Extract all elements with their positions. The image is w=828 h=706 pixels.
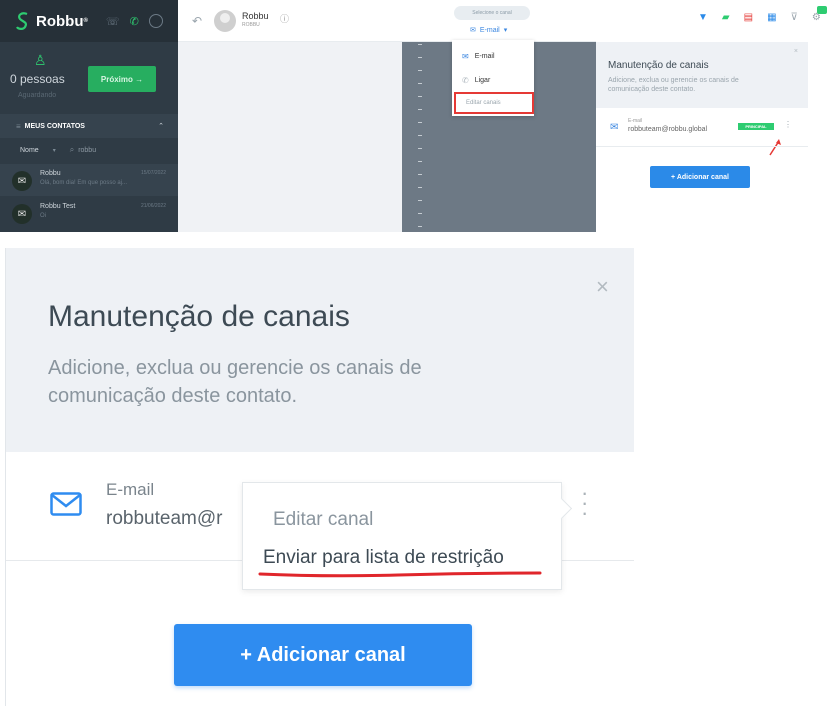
queue-count: 0 pessoas: [10, 72, 65, 86]
list-icon: ≡: [16, 121, 21, 131]
envelope-icon: ✉: [610, 122, 619, 133]
brand-name: Robbu: [36, 12, 84, 30]
app-screenshot: Robbu ® ☏ ✆ ♙ 0 pessoas Aguardando Próxim…: [0, 0, 828, 232]
channel-label: E-mail: [628, 118, 643, 124]
funnel-icon[interactable]: ⊽: [791, 12, 798, 23]
contact-item[interactable]: ✉ Robbu Olá, bom dia! Em que posso aj...…: [0, 164, 178, 196]
back-arrow-icon[interactable]: ↶: [192, 14, 202, 28]
grid-icon[interactable]: ▦: [767, 12, 776, 23]
kebab-menu-icon[interactable]: · · ·: [581, 482, 588, 524]
phone-icon: ✆: [462, 76, 469, 85]
send-to-restriction-list-option[interactable]: Enviar para lista de restrição: [263, 547, 504, 569]
search-input[interactable]: robbu: [78, 147, 96, 154]
kebab-menu-icon[interactable]: ⋮: [784, 120, 792, 129]
queue-box: ♙ 0 pessoas Aguardando Próximo →: [0, 42, 178, 114]
current-channel: E-mail: [479, 26, 500, 34]
close-icon[interactable]: ×: [794, 48, 798, 55]
contact-last-message: Oi: [40, 213, 46, 219]
red-underline-annotation: [258, 571, 542, 578]
brand-logo[interactable]: Robbu ®: [14, 11, 88, 31]
info-icon[interactable]: ⓘ: [280, 12, 289, 25]
close-icon[interactable]: ×: [596, 274, 609, 300]
user-status-icon[interactable]: [148, 14, 163, 28]
edit-channel-option[interactable]: Editar canal: [273, 509, 373, 531]
channel-value: robbuteam@r: [106, 508, 223, 529]
contact-header-name: Robbu: [242, 11, 269, 21]
panel-title: Manutenção de canais: [608, 60, 709, 71]
channel-option-email[interactable]: ✉ E-mail: [462, 52, 495, 61]
phone-outline-icon[interactable]: ☏: [106, 15, 120, 28]
channel-value: robbuteam@robbu.global: [628, 126, 708, 133]
envelope-icon: ✉: [470, 27, 476, 34]
contact-item[interactable]: ✉ Robbu Test Oi 21/06/2022: [0, 197, 178, 229]
settings-icon[interactable]: ⚙: [812, 6, 827, 23]
channel-maintenance-panel: × Manutenção de canais Adicione, exclua …: [596, 42, 808, 232]
calendar-icon[interactable]: ▤: [744, 12, 753, 23]
folder-icon[interactable]: ▰: [722, 12, 730, 23]
contact-header-sub: ROBBU: [242, 22, 260, 28]
toolbar-icons: ▼ ▰ ▤ ▦ ⊽ ⚙: [698, 6, 827, 23]
contact-date: 21/06/2022: [140, 203, 166, 209]
conversation-header: ↶ Robbu ROBBU ⓘ Selecione o canal ✉ E-ma…: [178, 0, 596, 42]
next-button[interactable]: Próximo →: [88, 66, 156, 92]
avatar[interactable]: [214, 10, 236, 32]
principal-badge: PRINCIPAL: [738, 123, 774, 130]
channel-dropdown: ✉ E-mail ✆ Ligar Editar canais: [452, 40, 534, 116]
queue-status: Aguardando: [18, 92, 57, 99]
divider: [596, 146, 808, 147]
contact-date: 15/07/2022: [140, 170, 166, 176]
contacts-filter: Nome ▾ ⌕ robbu: [0, 140, 178, 160]
contact-last-message: Olá, bom dia! Em que posso aj...: [40, 180, 128, 186]
envelope-icon: ✉: [462, 52, 469, 61]
add-channel-button[interactable]: + Adicionar canal: [650, 166, 750, 188]
phone-icon[interactable]: ✆: [130, 15, 139, 28]
chevron-up-icon[interactable]: ⌃: [158, 122, 164, 130]
envelope-icon: [50, 492, 82, 516]
panel-title: Manutenção de canais: [48, 300, 350, 333]
search-icon: ⌕: [69, 145, 75, 154]
robbu-logo-icon: [16, 12, 28, 30]
conversation-body: [178, 42, 402, 232]
sidebar: Robbu ® ☏ ✆ ♙ 0 pessoas Aguardando Próxim…: [0, 0, 178, 232]
chevron-down-icon[interactable]: ▾: [53, 147, 56, 154]
filter-icon[interactable]: ▼: [698, 12, 708, 23]
contacts-section-header[interactable]: ≡ MEUS CONTATOS ⌃: [0, 114, 178, 138]
channel-select[interactable]: ✉ E-mail ▾: [470, 26, 508, 35]
red-arrow-annotation-icon: [769, 139, 781, 156]
panel-header: × Manutenção de canais Adicione, exclua …: [596, 42, 808, 108]
panel-description: Adicione, exclua ou gerencie os canais d…: [48, 357, 422, 407]
channel-label: E-mail: [106, 480, 155, 499]
edit-channels-option[interactable]: Editar canais: [454, 92, 534, 114]
contacts-section-title: MEUS CONTATOS: [24, 122, 85, 130]
scroll-track[interactable]: [418, 44, 422, 230]
panel-description: Adicione, exclua ou gerencie os canais d…: [608, 77, 739, 93]
envelope-icon: ✉: [12, 171, 32, 191]
envelope-icon: ✉: [12, 204, 32, 224]
channel-select-label: Selecione o canal: [454, 6, 530, 20]
channel-option-call[interactable]: ✆ Ligar: [462, 76, 490, 85]
add-channel-button[interactable]: + Adicionar canal: [174, 624, 472, 686]
zoomed-panel: × Manutenção de canais Adicione, exclua …: [5, 248, 634, 706]
panel-header: × Manutenção de canais Adicione, exclua …: [6, 248, 634, 452]
sidebar-topbar: Robbu ® ☏ ✆: [0, 0, 178, 42]
filter-select[interactable]: Nome: [20, 147, 39, 154]
person-icon: ♙: [34, 52, 47, 68]
notification-badge: [816, 6, 827, 14]
chevron-down-icon: ▾: [503, 27, 508, 34]
